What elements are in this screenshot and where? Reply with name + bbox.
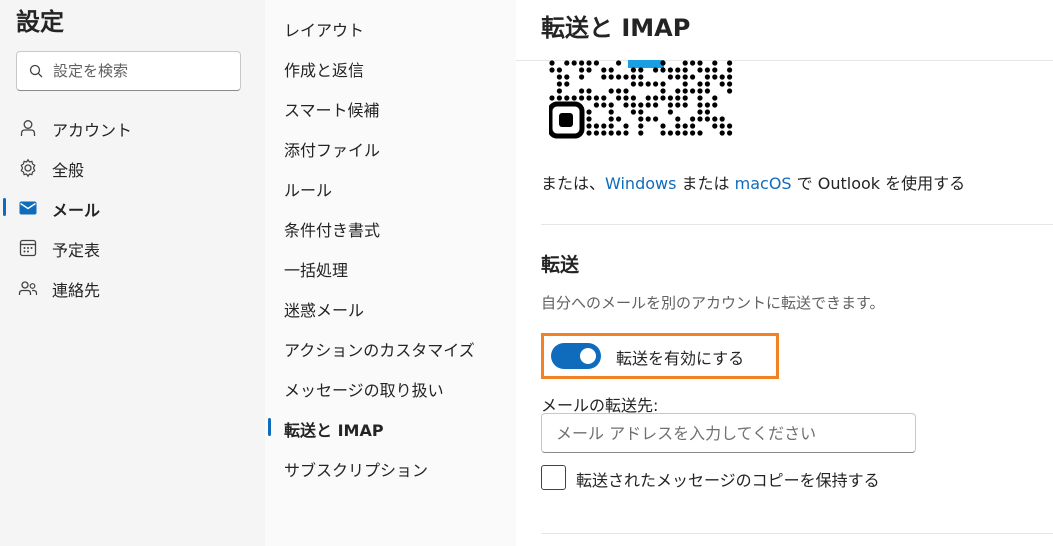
submenu-item-label: サブスクリプション	[284, 461, 429, 480]
submenu-item-rules[interactable]: ルール	[265, 169, 516, 203]
submenu-item-compose-reply[interactable]: 作成と返信	[265, 49, 516, 83]
enable-forwarding-label: 転送を有効にする	[616, 349, 745, 368]
submenu-item-label: 転送と IMAP	[284, 421, 384, 440]
divider	[541, 224, 1053, 225]
settings-nav-pane: 設定 アカウント 全般 メール	[0, 0, 265, 546]
submenu-item-forwarding-imap[interactable]: 転送と IMAP	[265, 409, 516, 443]
windows-link[interactable]: Windows	[605, 174, 676, 193]
submenu-item-label: レイアウト	[284, 21, 365, 40]
submenu-item-subscriptions[interactable]: サブスクリプション	[265, 449, 516, 483]
submenu-item-sweep[interactable]: 一括処理	[265, 249, 516, 283]
submenu-item-label: 条件付き書式	[284, 221, 381, 240]
enable-forwarding-toggle[interactable]	[551, 343, 601, 369]
submenu-item-label: ルール	[284, 181, 333, 200]
submenu-item-customize-actions[interactable]: アクションのカスタマイズ	[265, 329, 516, 363]
nav-item-contacts[interactable]: 連絡先	[0, 270, 265, 304]
nav-item-label: 予定表	[52, 241, 101, 260]
outlook-line-prefix: または、	[541, 174, 606, 193]
submenu-item-label: 一括処理	[284, 261, 349, 280]
submenu-item-layout[interactable]: レイアウト	[265, 9, 516, 43]
forwarding-imap-pane: 転送と IMAP または、Windows または macOS で Outlook…	[516, 0, 1053, 546]
mail-submenu-pane: レイアウト 作成と返信 スマート候補 添付ファイル ルール 条件付き書式 一括処…	[265, 0, 516, 546]
nav-item-label: 全般	[52, 161, 85, 180]
person-icon	[20, 120, 36, 136]
nav-item-calendar[interactable]: 予定表	[0, 230, 265, 264]
search-input[interactable]	[53, 60, 233, 82]
submenu-item-smart-suggestions[interactable]: スマート候補	[265, 89, 516, 123]
submenu-item-junk-mail[interactable]: 迷惑メール	[265, 289, 516, 323]
qr-code-image	[549, 60, 733, 139]
macos-link[interactable]: macOS	[735, 174, 792, 193]
submenu-item-attachments[interactable]: 添付ファイル	[265, 129, 516, 163]
divider	[541, 533, 1053, 534]
page-title: 転送と IMAP	[541, 14, 691, 42]
submenu-item-label: 添付ファイル	[284, 141, 381, 160]
calendar-icon	[19, 239, 37, 257]
selected-indicator	[268, 418, 271, 436]
settings-title: 設定	[16, 8, 64, 36]
search-box[interactable]	[16, 51, 241, 91]
outlook-line-middle: または	[676, 174, 735, 193]
submenu-item-label: メッセージの取り扱い	[284, 381, 444, 400]
search-icon	[29, 64, 43, 78]
forward-email-field[interactable]	[541, 413, 916, 453]
submenu-item-label: 作成と返信	[284, 61, 365, 80]
submenu-item-message-handling[interactable]: メッセージの取り扱い	[265, 369, 516, 403]
submenu-item-label: 迷惑メール	[284, 301, 365, 320]
gear-icon	[20, 158, 36, 178]
nav-item-label: アカウント	[52, 121, 133, 140]
outlook-apps-line: または、Windows または macOS で Outlook を使用する	[541, 170, 965, 194]
submenu-item-label: スマート候補	[284, 101, 380, 120]
keep-copy-label: 転送されたメッセージのコピーを保持する	[576, 471, 880, 490]
nav-item-mail[interactable]: メール	[0, 190, 265, 224]
nav-item-general[interactable]: 全般	[0, 150, 265, 184]
submenu-item-conditional-formatting[interactable]: 条件付き書式	[265, 209, 516, 243]
forwarding-heading: 転送	[541, 254, 580, 276]
people-icon	[18, 281, 38, 295]
mail-icon	[19, 201, 37, 215]
forwarding-description: 自分へのメールを別のアカウントに転送できます。	[541, 294, 885, 312]
nav-item-label: 連絡先	[52, 281, 101, 300]
toggle-knob	[580, 348, 596, 364]
keep-copy-checkbox[interactable]	[541, 465, 566, 490]
submenu-item-label: アクションのカスタマイズ	[284, 341, 475, 360]
outlook-line-suffix: で Outlook を使用する	[791, 174, 966, 193]
nav-item-label: メール	[52, 201, 101, 220]
selected-indicator	[3, 198, 6, 216]
nav-item-account[interactable]: アカウント	[0, 110, 265, 144]
